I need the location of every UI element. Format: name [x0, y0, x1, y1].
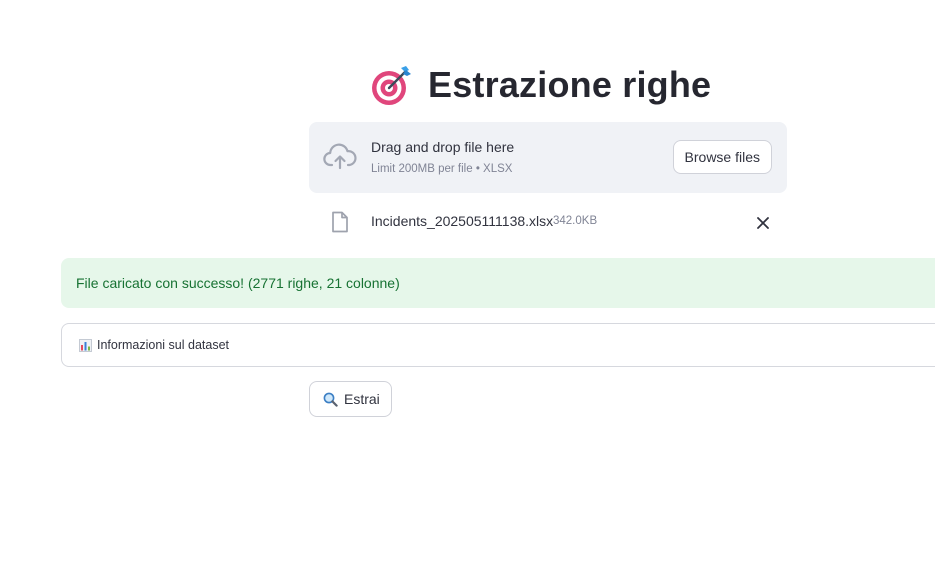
page-title: Estrazione righe	[428, 64, 712, 105]
remove-file-button[interactable]	[752, 212, 774, 234]
app-page: Estrazione righe Drag and drop file here…	[0, 0, 935, 576]
dataset-info-expander[interactable]: Informazioni sul dataset	[61, 323, 935, 367]
magnifier-icon	[323, 392, 338, 407]
dropzone-limit: Limit 200MB per file • XLSX	[371, 163, 513, 175]
success-message: File caricato con successo! (2771 righe,…	[76, 275, 400, 291]
expander-label: Informazioni sul dataset	[97, 338, 230, 352]
close-icon	[757, 217, 769, 229]
cloud-upload-icon	[323, 142, 357, 172]
uploaded-file-row: Incidents_202505111138.xlsx 342.0KB	[309, 204, 787, 240]
browse-files-button[interactable]: Browse files	[672, 140, 772, 174]
extract-button-label: Estrai	[344, 391, 380, 407]
uploaded-file-size: 342.0KB	[553, 215, 598, 227]
file-icon	[330, 211, 350, 233]
target-icon	[370, 64, 412, 106]
uploaded-file-name: Incidents_202505111138.xlsx	[371, 213, 554, 229]
success-alert: File caricato con successo! (2771 righe,…	[61, 258, 935, 308]
dropzone-instructions: Drag and drop file here	[371, 139, 515, 155]
extract-button[interactable]: Estrai	[309, 381, 392, 417]
bar-chart-icon	[79, 338, 92, 352]
page-header: Estrazione righe	[370, 60, 711, 110]
file-dropzone[interactable]: Drag and drop file here Limit 200MB per …	[309, 122, 787, 193]
